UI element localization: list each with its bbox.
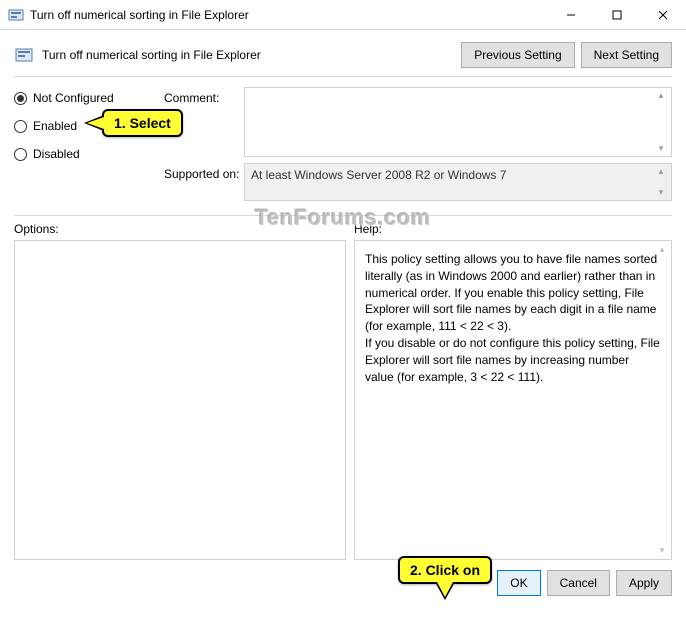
footer: OK Cancel Apply bbox=[0, 560, 686, 606]
maximize-button[interactable] bbox=[594, 0, 640, 29]
next-setting-button[interactable]: Next Setting bbox=[581, 42, 672, 68]
ok-button[interactable]: OK bbox=[497, 570, 540, 596]
radio-icon bbox=[14, 120, 27, 133]
comment-textarea[interactable]: ▴▾ bbox=[244, 87, 672, 157]
window-buttons bbox=[548, 0, 686, 29]
header-title: Turn off numerical sorting in File Explo… bbox=[42, 48, 461, 62]
options-pane bbox=[14, 240, 346, 560]
annotation-click: 2. Click on bbox=[398, 556, 492, 584]
close-button[interactable] bbox=[640, 0, 686, 29]
policy-icon bbox=[8, 7, 24, 23]
help-text: This policy setting allows you to have f… bbox=[365, 251, 661, 385]
cancel-button[interactable]: Cancel bbox=[547, 570, 610, 596]
supported-label: Supported on: bbox=[164, 163, 244, 201]
minimize-button[interactable] bbox=[548, 0, 594, 29]
titlebar-title: Turn off numerical sorting in File Explo… bbox=[30, 8, 548, 22]
radio-label: Disabled bbox=[33, 147, 80, 161]
radio-disabled[interactable]: Disabled bbox=[14, 147, 164, 161]
help-label: Help: bbox=[354, 222, 382, 236]
radio-label: Enabled bbox=[33, 119, 77, 133]
scrollbar[interactable]: ▴▾ bbox=[653, 166, 669, 198]
apply-button[interactable]: Apply bbox=[616, 570, 672, 596]
help-pane: This policy setting allows you to have f… bbox=[354, 240, 672, 560]
scrollbar[interactable]: ▴▾ bbox=[653, 90, 669, 154]
options-label: Options: bbox=[14, 222, 354, 236]
supported-on-text: At least Windows Server 2008 R2 or Windo… bbox=[251, 168, 506, 182]
radio-label: Not Configured bbox=[33, 91, 114, 105]
radio-icon bbox=[14, 92, 27, 105]
divider bbox=[14, 76, 672, 77]
divider bbox=[14, 215, 672, 216]
policy-header-icon bbox=[14, 45, 34, 65]
radio-icon bbox=[14, 148, 27, 161]
titlebar: Turn off numerical sorting in File Explo… bbox=[0, 0, 686, 30]
scrollbar[interactable]: ▴▾ bbox=[655, 243, 669, 557]
radio-not-configured[interactable]: Not Configured bbox=[14, 91, 164, 105]
header-row: Turn off numerical sorting in File Explo… bbox=[14, 42, 672, 68]
previous-setting-button[interactable]: Previous Setting bbox=[461, 42, 574, 68]
annotation-select: 1. Select bbox=[102, 109, 183, 137]
supported-on-box: At least Windows Server 2008 R2 or Windo… bbox=[244, 163, 672, 201]
